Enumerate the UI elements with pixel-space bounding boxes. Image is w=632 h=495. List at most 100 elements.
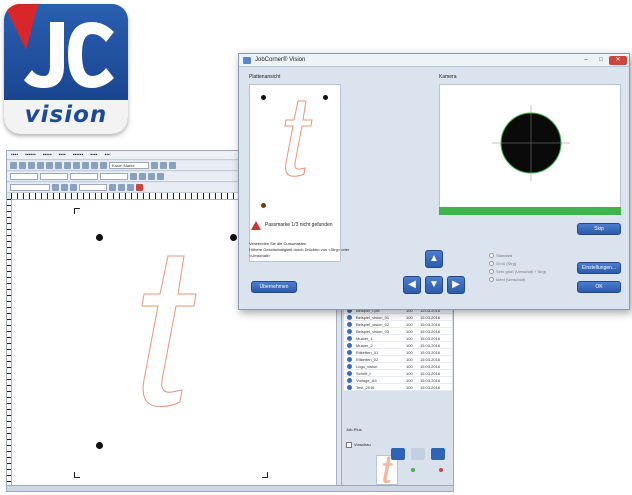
- align-icon[interactable]: [139, 173, 146, 180]
- file-date: 15.03.2016: [420, 378, 441, 383]
- mirror-icon[interactable]: [157, 173, 164, 180]
- crop-mark-bottom-right: [262, 472, 268, 478]
- maximize-button[interactable]: □: [594, 56, 608, 65]
- menu-item[interactable]: ▪▪▪▪▪: [43, 152, 52, 158]
- play-button[interactable]: [391, 448, 405, 460]
- registration-mark: [96, 442, 103, 449]
- plate-view-panel: [249, 84, 341, 262]
- apply-button[interactable]: Übernehmen: [251, 281, 297, 293]
- side-section-label: Job-Plus: [346, 427, 362, 432]
- italic-icon[interactable]: [61, 184, 68, 191]
- status-led-red: [439, 468, 443, 472]
- zoom-fit-icon[interactable]: [160, 162, 167, 169]
- menu-item[interactable]: ▪▪▪▪▪▪: [73, 152, 84, 158]
- file-name: Beispiel_vision_01: [356, 315, 390, 320]
- step-size-radio[interactable]: Standard: [489, 251, 569, 259]
- file-name: Schrift_t: [356, 371, 371, 376]
- redo-icon[interactable]: [82, 162, 89, 169]
- y-position-field[interactable]: [40, 173, 68, 180]
- bold-icon[interactable]: [52, 184, 59, 191]
- registration-mark: [261, 95, 266, 100]
- stop-button[interactable]: [411, 448, 425, 460]
- step-size-radio[interactable]: Sehr groß (Umschalt + Strg): [489, 267, 569, 275]
- step-size-radio[interactable]: Groß (Strg): [489, 259, 569, 267]
- file-row[interactable]: Schrift_t 100 15.03.2016: [344, 370, 452, 377]
- file-row[interactable]: Beispiel_vision_01 100 15.03.2016: [344, 314, 452, 321]
- close-button[interactable]: ✕: [609, 56, 627, 65]
- file-size: 100: [406, 322, 413, 327]
- registration-mark: [96, 234, 103, 241]
- file-row[interactable]: Muster_2 100 15.03.2016: [344, 342, 452, 349]
- radio-circle[interactable]: [489, 276, 494, 282]
- camera-target: [492, 105, 570, 181]
- move-right-button[interactable]: ▶: [447, 276, 465, 294]
- new-file-icon[interactable]: [10, 162, 17, 169]
- save-icon[interactable]: [28, 162, 35, 169]
- settings-dialog-button[interactable]: Einstellungen...: [577, 262, 621, 274]
- radio-circle[interactable]: [489, 260, 494, 266]
- file-row[interactable]: Etiketten_01 100 15.03.2016: [344, 349, 452, 356]
- underline-icon[interactable]: [70, 184, 77, 191]
- dialog-title: JobCorner® Vision: [239, 54, 629, 67]
- file-row[interactable]: Test_2016 100 15.03.2016: [344, 384, 452, 391]
- line-icon[interactable]: [127, 184, 134, 191]
- minimize-button[interactable]: –: [579, 56, 593, 65]
- size-field[interactable]: [79, 184, 107, 191]
- skip-button[interactable]: Skip: [577, 223, 621, 235]
- move-down-button[interactable]: ▼: [425, 276, 443, 294]
- file-row[interactable]: Beispiel_vision_03 100 15.03.2016: [344, 328, 452, 335]
- layer-select[interactable]: [10, 184, 50, 191]
- lock-icon[interactable]: [130, 173, 137, 180]
- radio-circle[interactable]: [489, 268, 494, 274]
- font-select[interactable]: Kaum Marke: [109, 162, 149, 169]
- file-size: 100: [406, 336, 413, 341]
- file-size: 100: [406, 371, 413, 376]
- jc-logo-mark: [4, 4, 114, 88]
- file-row[interactable]: Etiketten_02 100 15.03.2016: [344, 356, 452, 363]
- move-left-button[interactable]: ◀: [403, 276, 421, 294]
- print-icon[interactable]: [37, 162, 44, 169]
- file-name: Muster_2: [356, 343, 373, 348]
- letter-t-outline[interactable]: [124, 252, 204, 412]
- thumbnail-letter-t: [383, 456, 393, 484]
- warning-icon: [251, 221, 261, 230]
- menu-item[interactable]: ▪▪▪▪: [90, 152, 97, 158]
- radio-label: Sehr groß (Umschalt + Strg): [496, 268, 547, 274]
- radio-circle[interactable]: [489, 252, 494, 258]
- width-field[interactable]: [70, 173, 98, 180]
- radio-label: Standard: [496, 252, 513, 258]
- undo-icon[interactable]: [73, 162, 80, 169]
- close-doc-icon[interactable]: [136, 184, 143, 191]
- color-icon[interactable]: [109, 184, 116, 191]
- step-size-radio[interactable]: Ident (Umschalt): [489, 275, 569, 283]
- menu-item[interactable]: ▪▪▪▪: [59, 152, 66, 158]
- file-list[interactable]: Beispiel_t.plx 100 15.03.2016 Beispiel_visi…: [344, 307, 452, 391]
- open-file-icon[interactable]: [19, 162, 26, 169]
- menu-item[interactable]: ▪▪▪▪▪▪: [25, 152, 36, 158]
- radio-label: Ident (Umschalt): [496, 276, 526, 282]
- file-row[interactable]: Muster_1 100 15.03.2016: [344, 335, 452, 342]
- file-date: 15.03.2016: [420, 343, 441, 348]
- height-field[interactable]: [100, 173, 128, 180]
- menu-item[interactable]: ▪▪▪▪: [11, 152, 18, 158]
- file-row[interactable]: Beispiel_vision_02 100 15.03.2016: [344, 321, 452, 328]
- rotate-icon[interactable]: [148, 173, 155, 180]
- grid-icon[interactable]: [169, 162, 176, 169]
- zoom-out-icon[interactable]: [100, 162, 107, 169]
- ok-button[interactable]: OK: [577, 281, 621, 293]
- move-up-button[interactable]: ▲: [425, 250, 443, 268]
- file-name: Beispiel_vision_03: [356, 329, 390, 334]
- menu-item[interactable]: ▪▪▪: [104, 152, 109, 158]
- fill-icon[interactable]: [118, 184, 125, 191]
- settings-button[interactable]: [431, 448, 445, 460]
- zoom-in-icon[interactable]: [91, 162, 98, 169]
- x-position-field[interactable]: [10, 173, 38, 180]
- file-date: 15.03.2016: [420, 385, 441, 390]
- file-row[interactable]: Vorlage_A4 100 15.03.2016: [344, 377, 452, 384]
- search-icon[interactable]: [151, 162, 158, 169]
- file-row[interactable]: Logo_vision 100 15.03.2016: [344, 363, 452, 370]
- paste-icon[interactable]: [64, 162, 71, 169]
- copy-icon[interactable]: [55, 162, 62, 169]
- cut-icon[interactable]: [46, 162, 53, 169]
- preview-checkbox[interactable]: [346, 442, 352, 448]
